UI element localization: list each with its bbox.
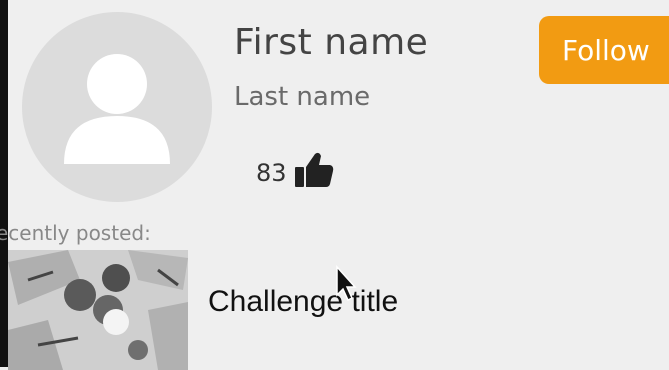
- avatar[interactable]: [22, 12, 212, 202]
- challenge-title[interactable]: Challenge title: [208, 285, 398, 319]
- challenge-thumbnail[interactable]: [8, 250, 188, 370]
- user-silhouette-icon: [64, 54, 170, 164]
- likes-count: 83: [256, 159, 287, 187]
- last-name: Last name: [234, 82, 371, 112]
- first-name: First name: [234, 22, 429, 63]
- window-edge: [0, 0, 8, 367]
- mouse-pointer-icon: [335, 265, 359, 309]
- recently-posted-label: ecently posted:: [0, 221, 151, 245]
- likes-counter[interactable]: 83: [256, 150, 335, 196]
- thumbs-up-icon[interactable]: [293, 150, 335, 196]
- follow-button[interactable]: Follow: [539, 16, 669, 84]
